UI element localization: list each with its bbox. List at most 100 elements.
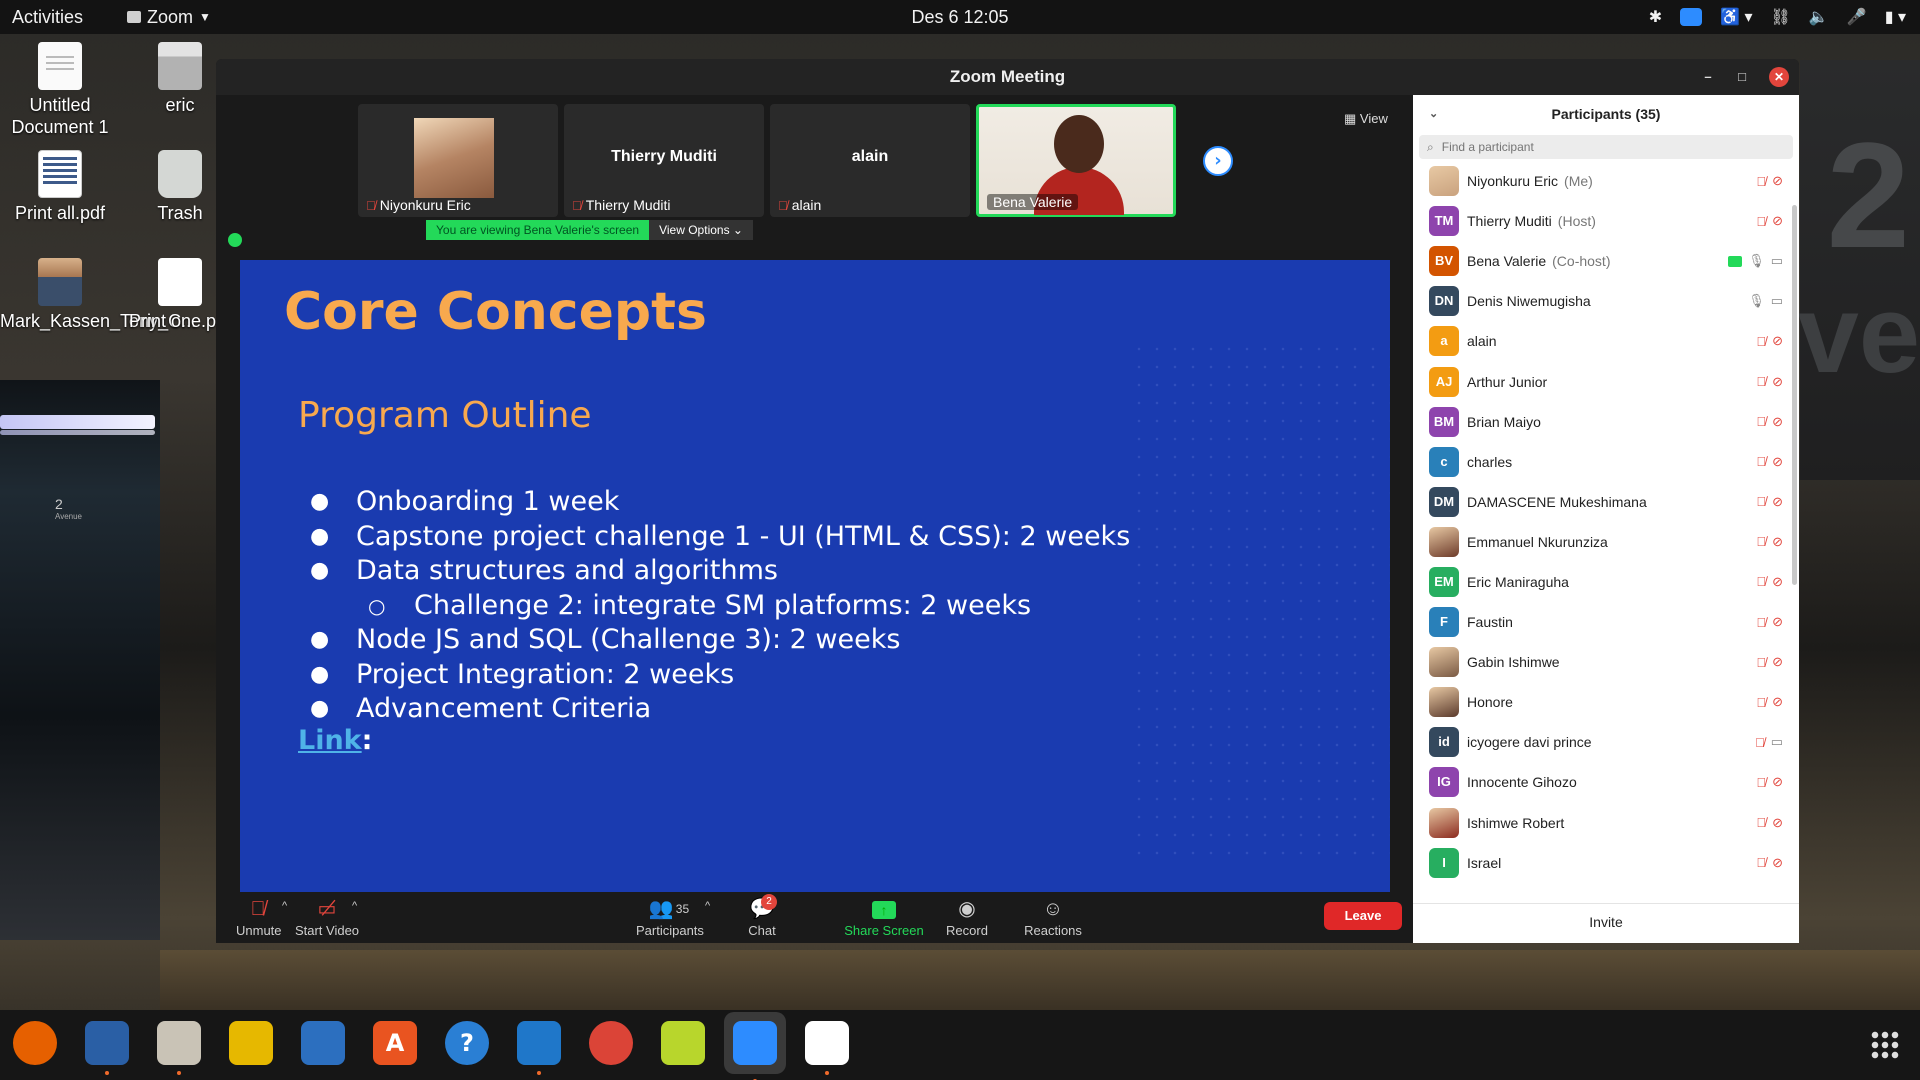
- participant-name-wrap: icyogere davi prince: [1467, 734, 1592, 750]
- desktop-icon-mark-kassen[interactable]: Mark_Kassen_Tony_C...: [0, 258, 196, 332]
- microphone-icon[interactable]: 🎤: [1847, 7, 1867, 27]
- participant-row[interactable]: Gabin Ishimwe 🎙̸ ⊘: [1413, 642, 1799, 682]
- video-options-chevron-icon[interactable]: ^: [352, 900, 357, 912]
- search-input[interactable]: [1441, 140, 1742, 154]
- participant-row[interactable]: c charles 🎙̸ ⊘: [1413, 442, 1799, 482]
- participant-row[interactable]: id icyogere davi prince 🎙̸ ▭: [1413, 722, 1799, 762]
- battery-icon[interactable]: ▮ ▾: [1885, 7, 1906, 27]
- participants-options-chevron-icon[interactable]: ^: [705, 900, 710, 912]
- meeting-toolbar: 🎙̸ Unmute ^ ▭̸ Start Video ^ 👥 35 Partici…: [216, 892, 1412, 943]
- desktop-icon-print-all[interactable]: Print all.pdf: [0, 150, 120, 224]
- participant-name: Niyonkuru Eric: [1467, 173, 1559, 190]
- video-tile[interactable]: alain 🎙̸ alain: [770, 104, 970, 217]
- share-screen-button[interactable]: ↑ Share Screen: [842, 898, 926, 938]
- search-icon: ⌕: [1427, 139, 1434, 154]
- show-apps-grid-icon[interactable]: [1870, 1030, 1900, 1060]
- audio-options-chevron-icon[interactable]: ^: [282, 900, 287, 912]
- extension-icon[interactable]: ✱: [1649, 7, 1662, 27]
- participant-row[interactable]: AJ Arthur Junior 🎙̸ ⊘: [1413, 361, 1799, 401]
- chrome-icon[interactable]: [588, 1020, 634, 1066]
- participant-row[interactable]: BV Bena Valerie (Co-host) 🎙 ▭: [1413, 241, 1799, 281]
- participant-row[interactable]: F Faustin 🎙̸ ⊘: [1413, 602, 1799, 642]
- participant-name-wrap: Arthur Junior: [1467, 374, 1547, 390]
- accessibility-icon[interactable]: ♿ ▾: [1720, 7, 1752, 27]
- chat-button[interactable]: 💬 2 Chat: [745, 894, 779, 938]
- app-menu[interactable]: Zoom ▼: [127, 7, 211, 28]
- window-controls: – □ ✕: [1701, 67, 1789, 87]
- video-icon: ▭: [1770, 293, 1783, 309]
- participant-row[interactable]: DM DAMASCENE Mukeshimana 🎙̸ ⊘: [1413, 482, 1799, 522]
- video-off-icon: ⊘: [1772, 654, 1783, 670]
- participant-list-scrollbar[interactable]: [1792, 205, 1797, 585]
- slide-link[interactable]: Link: [298, 725, 362, 756]
- participants-panel-footer: Invite: [1413, 903, 1799, 943]
- leave-button[interactable]: Leave: [1324, 902, 1402, 930]
- start-video-button[interactable]: ▭̸ Start Video: [294, 898, 360, 938]
- participant-photo: [1429, 647, 1459, 678]
- help-icon[interactable]: ?: [444, 1020, 490, 1066]
- participant-row[interactable]: EM Eric Maniraguha 🎙̸ ⊘: [1413, 562, 1799, 602]
- files-icon[interactable]: [156, 1020, 202, 1075]
- view-options-button[interactable]: View Options ⌄: [649, 220, 753, 240]
- participant-row[interactable]: TM Thierry Muditi (Host) 🎙̸ ⊘: [1413, 201, 1799, 241]
- close-icon[interactable]: ✕: [1769, 67, 1789, 87]
- outline-text: Onboarding 1 week: [356, 486, 620, 517]
- participant-search[interactable]: ⌕: [1419, 135, 1793, 159]
- participant-name-wrap: Thierry Muditi (Host): [1467, 213, 1596, 229]
- next-page-button[interactable]: ›: [1203, 146, 1233, 176]
- app-menu-label: Zoom: [147, 6, 194, 27]
- notes-icon[interactable]: [660, 1020, 706, 1066]
- participant-name-wrap: Eric Maniraguha: [1467, 574, 1569, 590]
- tile-name: Niyonkuru Eric: [379, 197, 471, 213]
- zoom-tray-icon[interactable]: [1680, 8, 1703, 26]
- minimize-icon[interactable]: –: [1701, 70, 1715, 84]
- clock[interactable]: Des 6 12:05: [911, 7, 1008, 28]
- participant-row[interactable]: Honore 🎙̸ ⊘: [1413, 682, 1799, 722]
- desktop-icon-untitled-document[interactable]: Untitled Document 1: [0, 42, 120, 138]
- participant-name-wrap: Bena Valerie (Co-host): [1467, 253, 1611, 269]
- rhythmbox-icon[interactable]: [228, 1020, 274, 1066]
- writer-icon[interactable]: [300, 1020, 346, 1066]
- reactions-icon: ☺: [1042, 898, 1064, 920]
- slack-icon[interactable]: [804, 1020, 850, 1075]
- vscode-icon[interactable]: [516, 1020, 562, 1075]
- chevron-down-icon[interactable]: ⌄: [1429, 95, 1438, 133]
- view-button[interactable]: ▦ View: [1344, 111, 1388, 127]
- volume-icon[interactable]: 🔈: [1809, 7, 1829, 27]
- record-button[interactable]: ◉ Record: [944, 898, 990, 938]
- software-center-icon[interactable]: A: [372, 1020, 418, 1066]
- security-shield-icon[interactable]: [228, 233, 242, 247]
- activities-button[interactable]: Activities: [12, 7, 83, 28]
- thunderbird-icon[interactable]: [84, 1020, 130, 1075]
- video-tile-active-speaker[interactable]: Bena Valerie: [976, 104, 1176, 217]
- network-icon[interactable]: ⛓: [1771, 7, 1791, 27]
- participant-row[interactable]: BM Brian Maiyo 🎙̸ ⊘: [1413, 402, 1799, 442]
- unmute-button[interactable]: 🎙̸ Unmute: [236, 898, 282, 938]
- participant-name: Thierry Muditi: [1467, 213, 1552, 230]
- video-tile[interactable]: Thierry Muditi 🎙̸ Thierry Muditi: [564, 104, 764, 217]
- system-tray[interactable]: ✱ ♿ ▾ ⛓ 🔈 🎤 ▮ ▾: [1649, 7, 1906, 27]
- invite-button[interactable]: Invite: [1579, 912, 1633, 932]
- participant-name-wrap: Gabin Ishimwe: [1467, 654, 1560, 670]
- participant-row[interactable]: DN Denis Niwemugisha 🎙 ▭: [1413, 281, 1799, 321]
- tile-name: alain: [791, 197, 822, 213]
- zoom-titlebar[interactable]: Zoom Meeting – □ ✕: [216, 59, 1799, 95]
- participant-row[interactable]: a alain 🎙̸ ⊘: [1413, 321, 1799, 361]
- participant-row[interactable]: I Israel 🎙̸ ⊘: [1413, 843, 1799, 883]
- outline-text: Challenge 2: integrate SM platforms: 2 w…: [414, 589, 1032, 621]
- participant-name: Denis Niwemugisha: [1467, 293, 1591, 310]
- bullet-icon: ●: [310, 661, 330, 687]
- maximize-icon[interactable]: □: [1735, 70, 1749, 84]
- firefox-icon[interactable]: [12, 1020, 58, 1066]
- participant-name-wrap: Brian Maiyo: [1467, 414, 1541, 430]
- participant-row[interactable]: IG Innocente Gihozo 🎙̸ ⊘: [1413, 762, 1799, 802]
- participant-row[interactable]: Niyonkuru Eric (Me) 🎙̸ ⊘: [1413, 161, 1799, 201]
- participants-button[interactable]: 👥 35 Participants: [636, 898, 704, 938]
- reactions-button[interactable]: ☺ Reactions: [1022, 898, 1084, 938]
- video-off-icon: ⊘: [1772, 413, 1783, 429]
- zoom-icon[interactable]: [724, 1012, 786, 1080]
- participant-row[interactable]: Ishimwe Robert 🎙̸ ⊘: [1413, 803, 1799, 843]
- video-tile[interactable]: 🎙̸ Niyonkuru Eric: [358, 104, 558, 217]
- video-strip: 🎙̸ Niyonkuru Eric Thierry Muditi 🎙̸ Thie…: [358, 104, 1176, 219]
- participant-row[interactable]: Emmanuel Nkurunziza 🎙̸ ⊘: [1413, 522, 1799, 562]
